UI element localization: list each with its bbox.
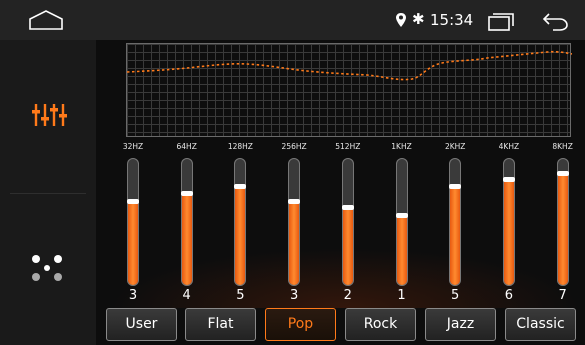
eq-curve (127, 50, 572, 81)
band-frequency-label: 64HZ (176, 142, 197, 151)
band-value: 6 (504, 288, 514, 303)
band-frequency-label: 256HZ (281, 142, 307, 151)
band-value: 4 (182, 288, 191, 303)
band-slider-32hz[interactable] (127, 158, 139, 286)
band-value: 7 (558, 288, 567, 303)
preset-classic-button[interactable]: Classic (505, 308, 576, 341)
slider-track (556, 158, 569, 286)
slider-knob[interactable] (395, 213, 408, 218)
band-value: 5 (236, 288, 245, 303)
band-slider-4khz[interactable] (502, 158, 515, 286)
slider-fill (181, 194, 192, 285)
slider-fill (235, 187, 246, 285)
band-value: 5 (451, 288, 460, 303)
recent-apps-icon[interactable] (487, 11, 515, 31)
equalizer-icon[interactable] (30, 100, 70, 130)
band-slider-128hz[interactable] (234, 158, 247, 286)
slider-fill (128, 202, 138, 285)
preset-pop-button[interactable]: Pop (265, 308, 336, 341)
band-frequency-label: 4KHZ (498, 142, 520, 151)
slider-track (234, 158, 247, 286)
slider-knob[interactable] (288, 199, 301, 204)
back-icon[interactable] (541, 10, 569, 32)
band-frequency-label: 2KHZ (444, 142, 466, 151)
slider-knob[interactable] (556, 171, 569, 176)
preset-jazz-button[interactable]: Jazz (425, 308, 496, 341)
preset-rock-button[interactable]: Rock (345, 308, 416, 341)
band-slider-2khz[interactable] (449, 158, 462, 286)
slider-fill (289, 202, 300, 285)
band-slider-512hz[interactable] (341, 158, 354, 286)
slider-knob[interactable] (449, 184, 462, 189)
preset-user-button[interactable]: User (106, 308, 177, 341)
slider-knob[interactable] (180, 191, 193, 196)
location-icon (396, 13, 406, 27)
band-frequency-label: 512HZ (335, 142, 361, 151)
slider-track (127, 158, 139, 286)
slider-track (449, 158, 462, 286)
band-frequency-label: 8KHZ (552, 142, 573, 151)
slider-fill (342, 208, 353, 285)
band-value: 2 (343, 288, 352, 303)
slider-knob[interactable] (341, 205, 354, 210)
sidebar-divider (10, 193, 86, 194)
band-frequency-label: 1KHZ (391, 142, 412, 151)
slider-track (341, 158, 354, 286)
band-slider-256hz[interactable] (288, 158, 301, 286)
band-slider-64hz[interactable] (180, 158, 193, 286)
band-value: 3 (128, 288, 138, 303)
band-slider-1khz[interactable] (395, 158, 408, 286)
slider-knob[interactable] (502, 177, 515, 182)
band-slider-8khz[interactable] (556, 158, 569, 286)
surround-icon[interactable] (30, 253, 64, 283)
band-frequency-label: 128HZ (227, 142, 253, 151)
slider-fill (396, 216, 407, 285)
clock: 15:34 (430, 11, 474, 29)
bluetooth-icon: ✱ (412, 10, 425, 28)
slider-knob[interactable] (127, 199, 139, 204)
slider-fill (503, 180, 514, 285)
slider-track (180, 158, 193, 286)
band-value: 3 (289, 288, 299, 303)
slider-track (395, 158, 408, 286)
preset-flat-button[interactable]: Flat (185, 308, 256, 341)
band-frequency-label: 32HZ (122, 142, 144, 151)
band-value: 1 (397, 288, 406, 303)
sidebar (0, 40, 96, 345)
eq-curve-graph (126, 43, 572, 137)
slider-fill (450, 187, 461, 285)
slider-knob[interactable] (234, 184, 247, 189)
slider-fill (557, 174, 568, 285)
home-icon[interactable] (28, 9, 64, 31)
slider-track (288, 158, 301, 286)
status-bar: ✱ 15:34 (0, 0, 585, 40)
